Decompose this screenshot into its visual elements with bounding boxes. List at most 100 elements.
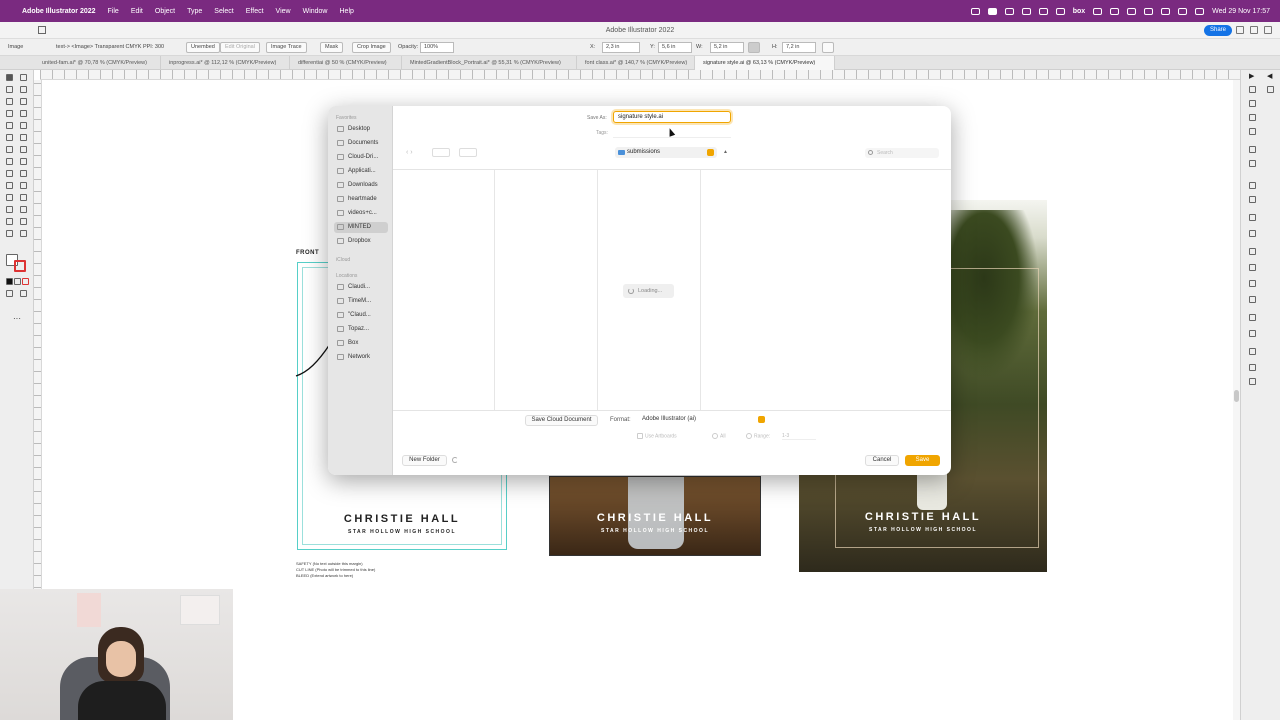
- crop-image-button[interactable]: Crop Image: [352, 42, 391, 53]
- status-icon[interactable]: [1110, 7, 1120, 15]
- none-mode-icon[interactable]: [22, 278, 29, 285]
- menu-window[interactable]: Window: [303, 8, 328, 15]
- character-panel-icon[interactable]: [1249, 348, 1256, 355]
- location-select[interactable]: submissions: [615, 147, 717, 158]
- stroke-swatch-icon[interactable]: [14, 260, 26, 272]
- menu-file[interactable]: File: [108, 8, 119, 15]
- collapse-chevron-icon[interactable]: ▲: [723, 149, 728, 155]
- workspace-icon[interactable]: [1250, 26, 1258, 34]
- stroke-panel-icon[interactable]: [1249, 182, 1256, 189]
- group-button[interactable]: [459, 148, 477, 157]
- gradient-tool-icon[interactable]: [20, 182, 27, 189]
- box-icon[interactable]: box: [1073, 8, 1085, 15]
- constrain-proportions-icon[interactable]: [748, 42, 760, 53]
- menu-edit[interactable]: Edit: [131, 8, 143, 15]
- paragraph-panel-icon[interactable]: [1249, 364, 1256, 371]
- expand-panels-icon[interactable]: ◀: [1267, 72, 1274, 80]
- symbol-sprayer-tool-icon[interactable]: [6, 206, 13, 213]
- tab-signature-style[interactable]: signature style.ai @ 63,13 % (CMYK/Previ…: [695, 56, 835, 70]
- app-menu[interactable]: Adobe Illustrator 2022: [22, 8, 96, 15]
- rectangle-tool-icon[interactable]: [6, 122, 13, 129]
- sidebar-item-documents[interactable]: Documents: [334, 138, 388, 149]
- link-info[interactable]: text-> <Image> Transparent CMYK PPI: 300: [56, 44, 164, 50]
- layers-panel-icon[interactable]: [1249, 100, 1256, 107]
- sidebar-item-heartmade[interactable]: heartmade: [334, 194, 388, 205]
- align-panel-icon[interactable]: [1249, 264, 1256, 271]
- sidebar-item-minted[interactable]: MINTED: [334, 222, 388, 233]
- menu-view[interactable]: View: [276, 8, 291, 15]
- color-panel-icon[interactable]: [1249, 114, 1256, 121]
- share-button[interactable]: Share: [1203, 25, 1232, 36]
- slice-tool-icon[interactable]: [20, 218, 27, 225]
- line-tool-icon[interactable]: [20, 110, 27, 117]
- sidebar-item-location[interactable]: "Claud...: [334, 310, 388, 321]
- pathfinder-panel-icon[interactable]: [1249, 280, 1256, 287]
- search-icon[interactable]: [1178, 7, 1188, 15]
- gradient-mode-icon[interactable]: [14, 278, 21, 285]
- search-icon[interactable]: [1236, 26, 1244, 34]
- sidebar-item-location[interactable]: Claudi...: [334, 282, 388, 293]
- type-tool-icon[interactable]: [6, 110, 13, 117]
- status-icon[interactable]: [1093, 7, 1103, 15]
- menu-help[interactable]: Help: [340, 8, 354, 15]
- eraser-tool-icon[interactable]: [20, 134, 27, 141]
- free-transform-tool-icon[interactable]: [20, 158, 27, 165]
- shaper-tool-icon[interactable]: [6, 134, 13, 141]
- status-icon[interactable]: [970, 7, 980, 15]
- paintbrush-tool-icon[interactable]: [20, 122, 27, 129]
- range-field[interactable]: 1-3: [782, 433, 816, 440]
- brushes-panel-icon[interactable]: [1249, 146, 1256, 153]
- tab-font-class[interactable]: font class.ai* @ 140,7 % (CMYK/Preview): [577, 56, 695, 70]
- asset-export-panel-icon[interactable]: [1249, 330, 1256, 337]
- shape-builder-tool-icon[interactable]: [6, 170, 13, 177]
- column-divider[interactable]: [700, 170, 701, 410]
- graph-tool-icon[interactable]: [20, 206, 27, 213]
- save-cloud-document-button[interactable]: Save Cloud Document: [525, 415, 598, 426]
- home-icon[interactable]: [38, 26, 46, 34]
- wifi-icon[interactable]: [1144, 7, 1154, 15]
- clock[interactable]: Wed 29 Nov 17:57: [1212, 8, 1270, 15]
- new-folder-button[interactable]: New Folder: [402, 455, 447, 466]
- sidebar-item-downloads[interactable]: Downloads: [334, 180, 388, 191]
- tab-inprogress[interactable]: inprogress.ai* @ 112,12 % (CMYK/Preview): [161, 56, 290, 70]
- artboard-tool-icon[interactable]: [6, 218, 13, 225]
- sidebar-item-network[interactable]: Network: [334, 352, 388, 363]
- status-icon[interactable]: [1004, 7, 1014, 15]
- column-divider[interactable]: [494, 170, 495, 410]
- selection-tool-icon[interactable]: [6, 74, 13, 81]
- pen-tool-icon[interactable]: [6, 98, 13, 105]
- properties-panel-icon[interactable]: [1249, 86, 1256, 93]
- width-tool-icon[interactable]: [6, 158, 13, 165]
- mesh-tool-icon[interactable]: [6, 182, 13, 189]
- tab-united-fam[interactable]: united-fam.ai* @ 70,78 % (CMYK/Preview): [34, 56, 161, 70]
- graphic-styles-panel-icon[interactable]: [1249, 248, 1256, 255]
- appearance-panel-icon[interactable]: [1249, 230, 1256, 237]
- all-radio[interactable]: All: [712, 433, 726, 439]
- view-mode-button[interactable]: [432, 148, 450, 157]
- sidebar-item-applications[interactable]: Applicati...: [334, 166, 388, 177]
- mask-button[interactable]: Mask: [320, 42, 344, 53]
- hand-tool-icon[interactable]: [6, 230, 13, 237]
- curvature-tool-icon[interactable]: [20, 98, 27, 105]
- opentype-panel-icon[interactable]: [1249, 378, 1256, 385]
- x-field[interactable]: 2,3 in: [602, 42, 640, 53]
- status-icon[interactable]: [1038, 7, 1048, 15]
- sidebar-item-box[interactable]: Box: [334, 338, 388, 349]
- range-radio[interactable]: Range:: [746, 433, 770, 439]
- control-center-icon[interactable]: [1195, 7, 1205, 15]
- artboard-photo-dress[interactable]: CHRISTIE HALL STAR HOLLOW HIGH SCHOOL: [549, 476, 761, 556]
- screen-mode-icon[interactable]: [20, 290, 27, 297]
- w-field[interactable]: 5,2 in: [710, 42, 744, 53]
- format-select[interactable]: Adobe Illustrator (ai): [639, 414, 767, 425]
- use-artboards-checkbox[interactable]: Use Artboards: [637, 433, 677, 439]
- scrollbar-thumb[interactable]: [1234, 390, 1239, 402]
- transform-icon[interactable]: [822, 42, 834, 53]
- status-icon[interactable]: [1055, 7, 1065, 15]
- tab-minted-gradient[interactable]: MintedGradientBlock_Portrait.ai* @ 55,31…: [402, 56, 577, 70]
- links-panel-icon[interactable]: [1249, 314, 1256, 321]
- blend-tool-icon[interactable]: [20, 194, 27, 201]
- bluetooth-icon[interactable]: [1127, 7, 1137, 15]
- zoom-tool-icon[interactable]: [20, 230, 27, 237]
- opacity-field[interactable]: 100%: [420, 42, 454, 53]
- unembed-button[interactable]: Unembed: [186, 42, 220, 53]
